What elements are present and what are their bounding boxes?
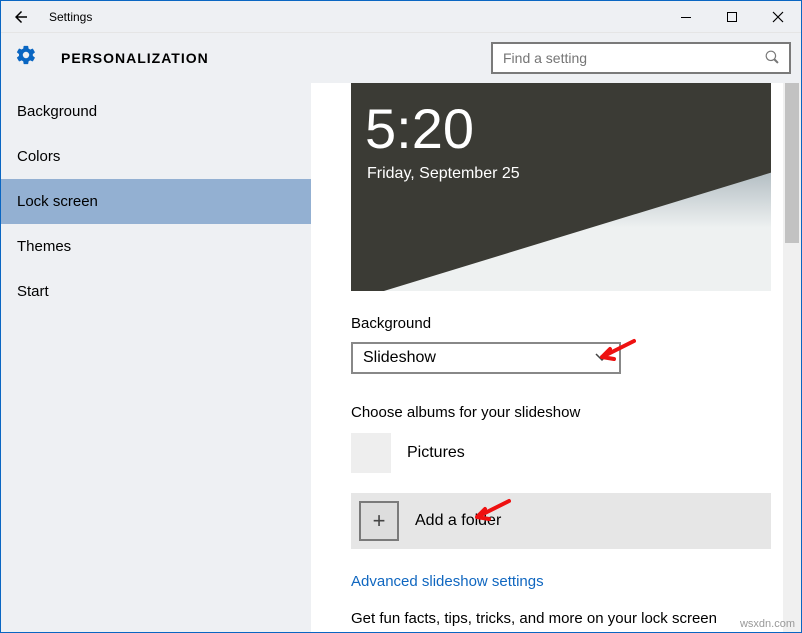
maximize-icon (726, 11, 738, 23)
sidebar-item-start[interactable]: Start (1, 269, 311, 314)
back-button[interactable] (1, 8, 41, 26)
album-name: Pictures (407, 444, 465, 462)
gear-icon (15, 44, 45, 72)
funfacts-label: Get fun facts, tips, tricks, and more on… (351, 610, 781, 627)
albums-label: Choose albums for your slideshow (351, 404, 781, 421)
close-icon (772, 11, 784, 23)
back-arrow-icon (12, 8, 30, 26)
annotation-arrow (311, 629, 313, 632)
search-input[interactable] (503, 50, 765, 66)
close-button[interactable] (755, 1, 801, 33)
search-icon (765, 50, 779, 67)
background-dropdown[interactable]: Slideshow (351, 342, 621, 374)
maximize-button[interactable] (709, 1, 755, 33)
sidebar-item-themes[interactable]: Themes (1, 224, 311, 269)
plus-icon: + (359, 501, 399, 541)
sidebar-item-background[interactable]: Background (1, 89, 311, 134)
add-folder-label: Add a folder (415, 512, 501, 530)
background-value: Slideshow (363, 349, 436, 367)
sidebar-item-colors[interactable]: Colors (1, 134, 311, 179)
lockscreen-preview: 5:20 Friday, September 25 (351, 83, 771, 291)
add-folder-button[interactable]: + Add a folder (351, 493, 771, 549)
sidebar-item-lockscreen[interactable]: Lock screen (1, 179, 311, 224)
minimize-button[interactable] (663, 1, 709, 33)
chevron-down-icon (595, 351, 609, 365)
minimize-icon (680, 11, 692, 23)
background-label: Background (351, 315, 781, 332)
sidebar: Background Colors Lock screen Themes Sta… (1, 83, 311, 632)
main-content: 5:20 Friday, September 25 Background Sli… (311, 83, 801, 632)
watermark: wsxdn.com (740, 618, 795, 630)
search-box[interactable] (491, 42, 791, 74)
preview-time: 5:20 (365, 101, 474, 157)
scrollbar-thumb[interactable] (785, 83, 799, 243)
advanced-slideshow-link[interactable]: Advanced slideshow settings (351, 573, 781, 590)
album-thumbnail (351, 433, 391, 473)
preview-date: Friday, September 25 (367, 165, 520, 183)
section-title: PERSONALIZATION (45, 50, 491, 66)
scrollbar[interactable] (783, 83, 801, 632)
window-title: Settings (41, 10, 663, 24)
album-item[interactable]: Pictures (351, 433, 781, 473)
